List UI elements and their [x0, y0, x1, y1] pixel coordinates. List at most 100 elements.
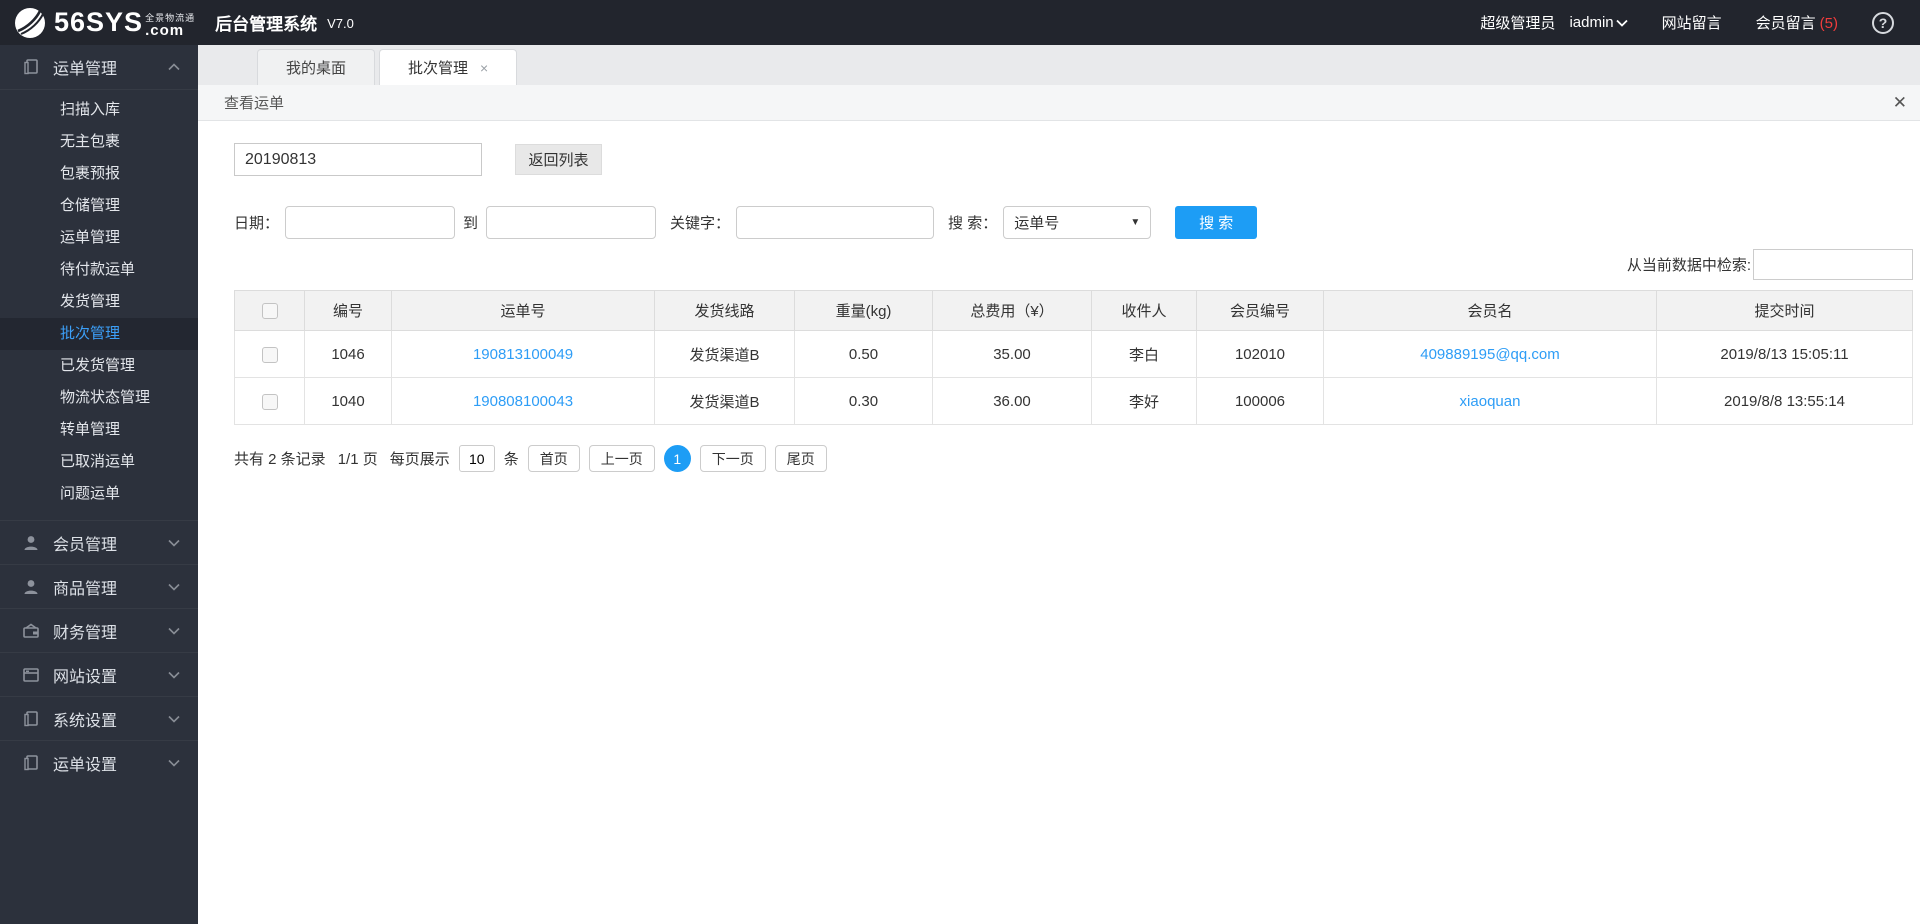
sidebar-item-waybill-management[interactable]: 运单管理	[0, 222, 198, 254]
sidebar-group-waybill-settings[interactable]: 运单设置	[0, 740, 198, 784]
current-page-button[interactable]: 1	[664, 445, 691, 472]
search-button[interactable]: 搜 索	[1175, 206, 1257, 239]
sidebar-group-waybill-management[interactable]: 运单管理	[0, 45, 198, 89]
pagination: 共有 2 条记录 1/1 页 每页展示 条 首页 上一页 1 下一页 尾页	[234, 445, 1913, 472]
cell-recipient: 李白	[1092, 331, 1197, 378]
help-icon[interactable]: ?	[1872, 12, 1894, 34]
search-type-label: 搜 索：	[948, 212, 997, 233]
waybill-table: 编号 运单号 发货线路 重量(kg) 总费用（¥） 收件人 会员编号 会员名 提…	[234, 290, 1913, 425]
sidebar-group-product-management[interactable]: 商品管理	[0, 564, 198, 608]
per-page-input[interactable]	[459, 445, 495, 472]
table-header-row: 编号 运单号 发货线路 重量(kg) 总费用（¥） 收件人 会员编号 会员名 提…	[235, 291, 1913, 331]
col-header-weight: 重量(kg)	[795, 291, 933, 331]
cell-submit-time: 2019/8/13 15:05:11	[1657, 331, 1913, 378]
sidebar-group-website-settings[interactable]: 网站设置	[0, 652, 198, 696]
sidebar-submenu: 扫描入库 无主包裹 包裹预报 仓储管理 运单管理 待付款运单 发货管理 批次管理…	[0, 89, 198, 520]
waybill-link[interactable]: 190808100043	[473, 393, 573, 410]
tab-label: 我的桌面	[286, 57, 346, 78]
content-area: 返回列表 日期： 到 关键字： 搜 索： 运单号 ▼ 搜 索 从当前数据中检索:	[198, 121, 1920, 924]
row-checkbox[interactable]	[262, 394, 278, 410]
sidebar-item-cancelled-waybills[interactable]: 已取消运单	[0, 446, 198, 478]
member-messages-link[interactable]: 会员留言(5)	[1756, 12, 1838, 33]
sidebar-item-pending-payment[interactable]: 待付款运单	[0, 254, 198, 286]
cell-member-no: 100006	[1197, 378, 1324, 425]
document-icon	[22, 58, 40, 76]
search-type-select[interactable]: 运单号 ▼	[1003, 206, 1151, 239]
sidebar-item-parcel-forecast[interactable]: 包裹预报	[0, 158, 198, 190]
sidebar-group-label: 财务管理	[53, 619, 117, 643]
date-to-input[interactable]	[486, 206, 656, 239]
member-name-link[interactable]: xiaoquan	[1460, 393, 1521, 410]
next-page-button[interactable]: 下一页	[700, 445, 766, 472]
prev-page-button[interactable]: 上一页	[589, 445, 655, 472]
main-area: 我的桌面 批次管理 × 查看运单 ✕ 返回列表 日期： 到 关键字：	[198, 45, 1920, 924]
search-type-value: 运单号	[1014, 212, 1059, 233]
per-page-unit: 条	[504, 448, 519, 469]
row-checkbox[interactable]	[262, 347, 278, 363]
first-page-button[interactable]: 首页	[528, 445, 580, 472]
tab-label: 批次管理	[408, 57, 468, 78]
sidebar-item-shipped-management[interactable]: 已发货管理	[0, 350, 198, 382]
sidebar-group-label: 商品管理	[53, 575, 117, 599]
sidebar-group-label: 系统设置	[53, 707, 117, 731]
member-name-link[interactable]: 409889195@qq.com	[1420, 346, 1560, 363]
cell-submit-time: 2019/8/8 13:55:14	[1657, 378, 1913, 425]
sidebar-item-unclaimed-parcels[interactable]: 无主包裹	[0, 126, 198, 158]
waybill-link[interactable]: 190813100049	[473, 346, 573, 363]
sidebar-group-label: 运单设置	[53, 751, 117, 775]
user-role: 超级管理员	[1480, 12, 1555, 33]
sidebar-group-member-management[interactable]: 会员管理	[0, 520, 198, 564]
col-header-waybill-no: 运单号	[392, 291, 655, 331]
date-label: 日期：	[234, 212, 279, 233]
select-arrow-icon: ▼	[1130, 217, 1140, 228]
app-title: 后台管理系统	[215, 10, 317, 35]
member-messages-count: (5)	[1820, 15, 1838, 32]
sidebar-item-transfer-management[interactable]: 转单管理	[0, 414, 198, 446]
cell-recipient: 李好	[1092, 378, 1197, 425]
date-from-input[interactable]	[285, 206, 455, 239]
batch-number-input[interactable]	[234, 143, 482, 176]
logo-domain: .com	[145, 23, 195, 38]
select-all-checkbox[interactable]	[262, 303, 278, 319]
logo: 56SYS 全景物流通 .com	[14, 7, 195, 39]
date-to-label: 到	[463, 212, 478, 233]
sidebar-group-system-settings[interactable]: 系统设置	[0, 696, 198, 740]
keyword-input[interactable]	[736, 206, 934, 239]
chevron-down-icon	[1616, 19, 1628, 27]
panel-close-icon[interactable]: ✕	[1893, 93, 1907, 113]
sidebar-item-batch-management[interactable]: 批次管理	[0, 318, 198, 350]
tab-bar: 我的桌面 批次管理 ×	[198, 45, 1920, 85]
col-header-submit-time: 提交时间	[1657, 291, 1913, 331]
col-header-route: 发货线路	[655, 291, 795, 331]
sidebar-group-label: 会员管理	[53, 531, 117, 555]
sidebar-item-problem-waybills[interactable]: 问题运单	[0, 478, 198, 510]
app-version: V7.0	[327, 16, 354, 31]
cell-route: 发货渠道B	[655, 331, 795, 378]
last-page-button[interactable]: 尾页	[775, 445, 827, 472]
sidebar-group-finance-management[interactable]: 财务管理	[0, 608, 198, 652]
tab-my-desktop[interactable]: 我的桌面	[257, 49, 375, 85]
tab-batch-management[interactable]: 批次管理 ×	[379, 49, 517, 85]
person-icon	[22, 578, 40, 596]
col-header-total-fee: 总费用（¥）	[933, 291, 1092, 331]
tab-close-icon[interactable]: ×	[480, 60, 488, 76]
user-menu[interactable]: 超级管理员 iadmin	[1480, 12, 1627, 33]
col-header-member-no: 会员编号	[1197, 291, 1324, 331]
sidebar-item-shipping-management[interactable]: 发货管理	[0, 286, 198, 318]
sidebar-item-scan-inbound[interactable]: 扫描入库	[0, 94, 198, 126]
total-records-text: 共有 2 条记录	[234, 448, 326, 469]
document-icon	[22, 710, 40, 728]
document-icon	[22, 754, 40, 772]
cell-total-fee: 35.00	[933, 331, 1092, 378]
sidebar-item-logistics-status[interactable]: 物流状态管理	[0, 382, 198, 414]
local-search-input[interactable]	[1753, 249, 1913, 280]
cell-weight: 0.30	[795, 378, 933, 425]
sidebar-item-warehouse-management[interactable]: 仓储管理	[0, 190, 198, 222]
cell-id: 1046	[305, 331, 392, 378]
chevron-down-icon	[168, 671, 180, 679]
site-messages-link[interactable]: 网站留言	[1662, 12, 1722, 33]
chevron-down-icon	[168, 759, 180, 767]
back-to-list-button[interactable]: 返回列表	[515, 144, 602, 175]
chevron-down-icon	[168, 539, 180, 547]
cell-weight: 0.50	[795, 331, 933, 378]
